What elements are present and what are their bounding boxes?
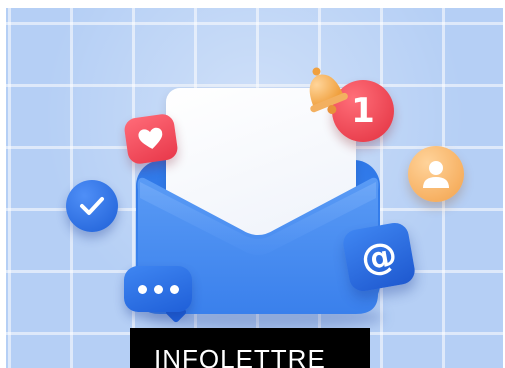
heart-icon [138, 127, 163, 149]
check-badge [66, 180, 118, 232]
checkmark-icon [80, 197, 104, 215]
chat-dots-icon [124, 266, 192, 312]
user-icon [423, 161, 449, 188]
user-badge [408, 146, 464, 202]
at-sign-icon: @ [341, 220, 417, 294]
hero-image: @ 1 [6, 8, 503, 368]
chat-dot [137, 284, 147, 294]
at-sign-glyph: @ [357, 233, 401, 281]
chat-dot [169, 284, 179, 294]
heart-badge [123, 112, 179, 166]
newsletter-caption: INFOLETTRE [130, 328, 370, 368]
chat-dot [153, 284, 163, 294]
